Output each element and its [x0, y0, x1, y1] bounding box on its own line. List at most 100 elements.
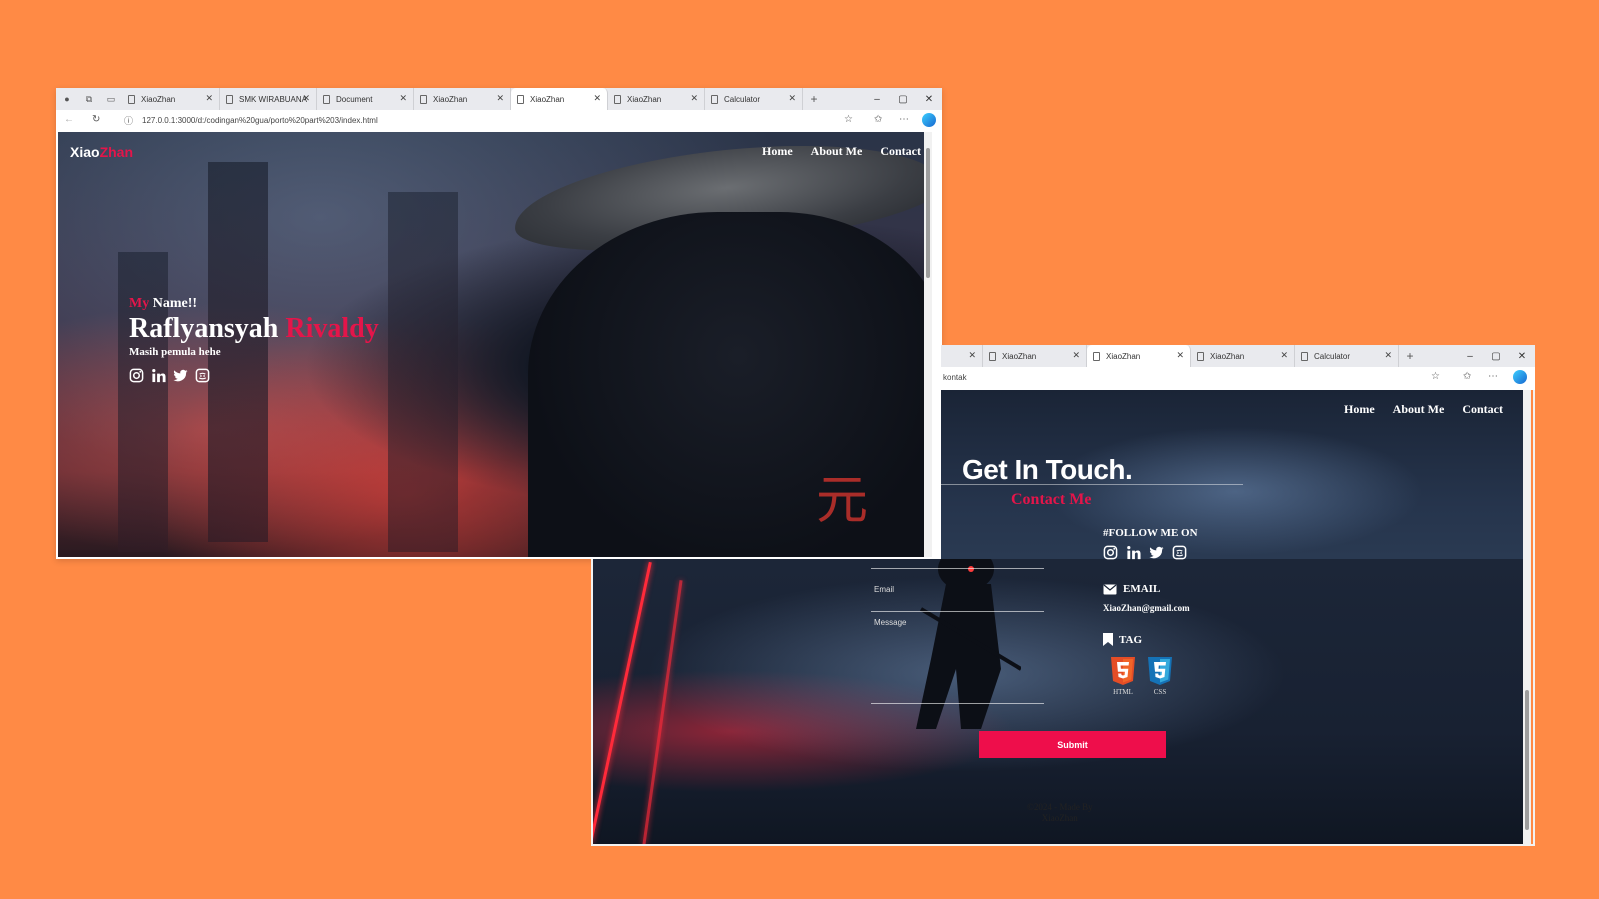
email-address[interactable]: XiaoZhan@gmail.com — [1103, 603, 1190, 613]
tab-xiaozhan[interactable]: XiaoZhan ✕ — [511, 88, 608, 110]
page-icon — [517, 94, 524, 104]
tab-label: XiaoZhan — [141, 94, 176, 104]
tab-close-icon[interactable]: ✕ — [593, 93, 601, 104]
tab-label: XiaoZhan — [1106, 351, 1141, 361]
collections-icon[interactable]: ⧉ — [78, 88, 100, 110]
tab-close-icon[interactable]: ✕ — [1280, 350, 1288, 361]
browser-chrome: ✕ XiaoZhan ✕ XiaoZhan ✕ XiaoZhan ✕ Calculator ✕ … — [941, 345, 1535, 390]
html5-icon — [1111, 657, 1135, 685]
close-icon[interactable]: ✕ — [1509, 345, 1535, 367]
favorites-icon[interactable]: ✩ — [1463, 371, 1471, 382]
hero-text: My Name!! Raflyansyah Rivaldy Masih pemu… — [129, 296, 379, 383]
page-icon — [226, 94, 233, 104]
nav-home[interactable]: Home — [1344, 402, 1375, 417]
refresh-icon[interactable]: ↻ — [92, 114, 100, 125]
social-links — [129, 368, 379, 383]
close-icon[interactable]: ✕ — [916, 88, 942, 110]
discord-icon[interactable] — [1172, 545, 1187, 560]
more-icon[interactable]: ⋯ — [899, 114, 909, 125]
address-bar-2: kontak ☆ ✩ ⋯ — [941, 367, 1535, 389]
page-icon — [989, 351, 996, 361]
tab-close-icon[interactable]: ✕ — [399, 93, 407, 104]
copilot-icon[interactable] — [922, 113, 936, 127]
twitter-icon[interactable] — [1149, 545, 1164, 560]
bookmark-icon — [1103, 633, 1113, 646]
tab-xiaozhan[interactable]: XiaoZhan ✕ — [414, 88, 511, 110]
page-icon — [420, 94, 427, 104]
tab-calculator[interactable]: Calculator ✕ — [1295, 345, 1399, 367]
contact-subheading: Contact Me — [1011, 491, 1092, 508]
linkedin-icon[interactable] — [1126, 545, 1141, 560]
address-bar: ← ↻ ⓘ 127.0.0.1:3000/d:/codingan%20gua/p… — [56, 110, 942, 132]
main-nav: Home About Me Contact — [762, 144, 921, 159]
footer-credit: ©2024 - Made By XiaoZhan — [1027, 802, 1093, 823]
new-tab-icon[interactable]: + — [803, 88, 825, 110]
new-tab-icon[interactable]: + — [1399, 345, 1421, 367]
maximize-icon[interactable]: ▢ — [890, 88, 916, 110]
intro-line: My Name!! — [129, 296, 198, 311]
discord-icon[interactable] — [195, 368, 210, 383]
hero-name: Raflyansyah Rivaldy — [129, 313, 379, 344]
nav-about[interactable]: About Me — [1393, 402, 1445, 417]
tab-smk-wirabuana[interactable]: SMK WIRABUANA ✕ — [220, 88, 317, 110]
url-text[interactable]: 127.0.0.1:3000/d:/codingan%20gua/porto%2… — [142, 116, 378, 125]
tab-document[interactable]: Document ✕ — [317, 88, 414, 110]
tab-close-icon[interactable]: ✕ — [690, 93, 698, 104]
more-icon[interactable]: ⋯ — [1488, 371, 1498, 382]
page-icon — [1093, 351, 1100, 361]
favorite-star-icon[interactable]: ☆ — [1431, 371, 1440, 382]
email-heading: EMAIL — [1103, 583, 1160, 595]
maximize-icon[interactable]: ▢ — [1483, 345, 1509, 367]
heading-underline — [941, 484, 1243, 485]
tab-close-icon[interactable]: ✕ — [788, 93, 796, 104]
scrollbar-2[interactable] — [1523, 390, 1531, 846]
tab-close-icon[interactable]: ✕ — [1072, 350, 1080, 361]
linkedin-icon[interactable] — [151, 368, 166, 383]
back-icon[interactable]: ← — [64, 114, 74, 125]
tab-xiaozhan[interactable]: XiaoZhan ✕ — [608, 88, 705, 110]
tab-xiaozhan[interactable]: XiaoZhan ✕ — [1191, 345, 1295, 367]
tab-close-icon[interactable]: ✕ — [302, 93, 310, 104]
nav-contact[interactable]: Contact — [1462, 402, 1503, 417]
tab-xiaozhan[interactable]: XiaoZhan ✕ — [122, 88, 220, 110]
url-text[interactable]: kontak — [943, 373, 967, 382]
tab-close-icon[interactable]: ✕ — [205, 93, 213, 104]
page-icon — [323, 94, 330, 104]
nav-home[interactable]: Home — [762, 144, 793, 159]
name-field-underline[interactable] — [871, 568, 1044, 569]
tab-close-icon[interactable]: ✕ — [496, 93, 504, 104]
message-field[interactable] — [871, 703, 1044, 704]
instagram-icon[interactable] — [129, 368, 144, 383]
tab-close-icon[interactable]: ✕ — [968, 350, 976, 361]
tab-untitled[interactable]: ✕ — [941, 345, 983, 367]
tab-bar: ● ⧉ ▭ XiaoZhan ✕ SMK WIRABUANA ✕ Document ✕ Xi… — [56, 88, 942, 110]
hero-tagline: Masih pemula hehe — [129, 346, 221, 358]
submit-button[interactable]: Submit — [979, 731, 1166, 758]
twitter-icon[interactable] — [173, 368, 188, 383]
tab-actions-icon[interactable]: ▭ — [100, 88, 122, 110]
page-icon — [128, 94, 135, 104]
tab-xiaozhan[interactable]: XiaoZhan ✕ — [983, 345, 1087, 367]
nav-about[interactable]: About Me — [811, 144, 863, 159]
nav-contact[interactable]: Contact — [880, 144, 921, 159]
profile-icon[interactable]: ● — [56, 88, 78, 110]
email-field[interactable] — [871, 611, 1044, 612]
minimize-icon[interactable]: – — [1457, 345, 1483, 367]
copilot-icon[interactable] — [1513, 370, 1527, 384]
info-icon[interactable]: ⓘ — [124, 114, 133, 127]
brand-logo[interactable]: XiaoZhan — [70, 144, 133, 160]
favorite-star-icon[interactable]: ☆ — [844, 114, 853, 125]
tag-html: HTML — [1111, 657, 1135, 696]
tab-bar-2: ✕ XiaoZhan ✕ XiaoZhan ✕ XiaoZhan ✕ Calculator ✕ … — [941, 345, 1535, 367]
browser-window-contact: ✕ XiaoZhan ✕ XiaoZhan ✕ XiaoZhan ✕ Calculator ✕ … — [591, 345, 1535, 846]
css3-icon — [1148, 657, 1172, 685]
favorites-icon[interactable]: ✩ — [874, 114, 882, 125]
instagram-icon[interactable] — [1103, 545, 1118, 560]
minimize-icon[interactable]: – — [864, 88, 890, 110]
tab-close-icon[interactable]: ✕ — [1384, 350, 1392, 361]
tab-label: Calculator — [1314, 351, 1351, 361]
tab-xiaozhan[interactable]: XiaoZhan ✕ — [1087, 345, 1191, 367]
tab-close-icon[interactable]: ✕ — [1176, 350, 1184, 361]
tab-calculator[interactable]: Calculator ✕ — [705, 88, 803, 110]
tab-label: Document — [336, 94, 373, 104]
